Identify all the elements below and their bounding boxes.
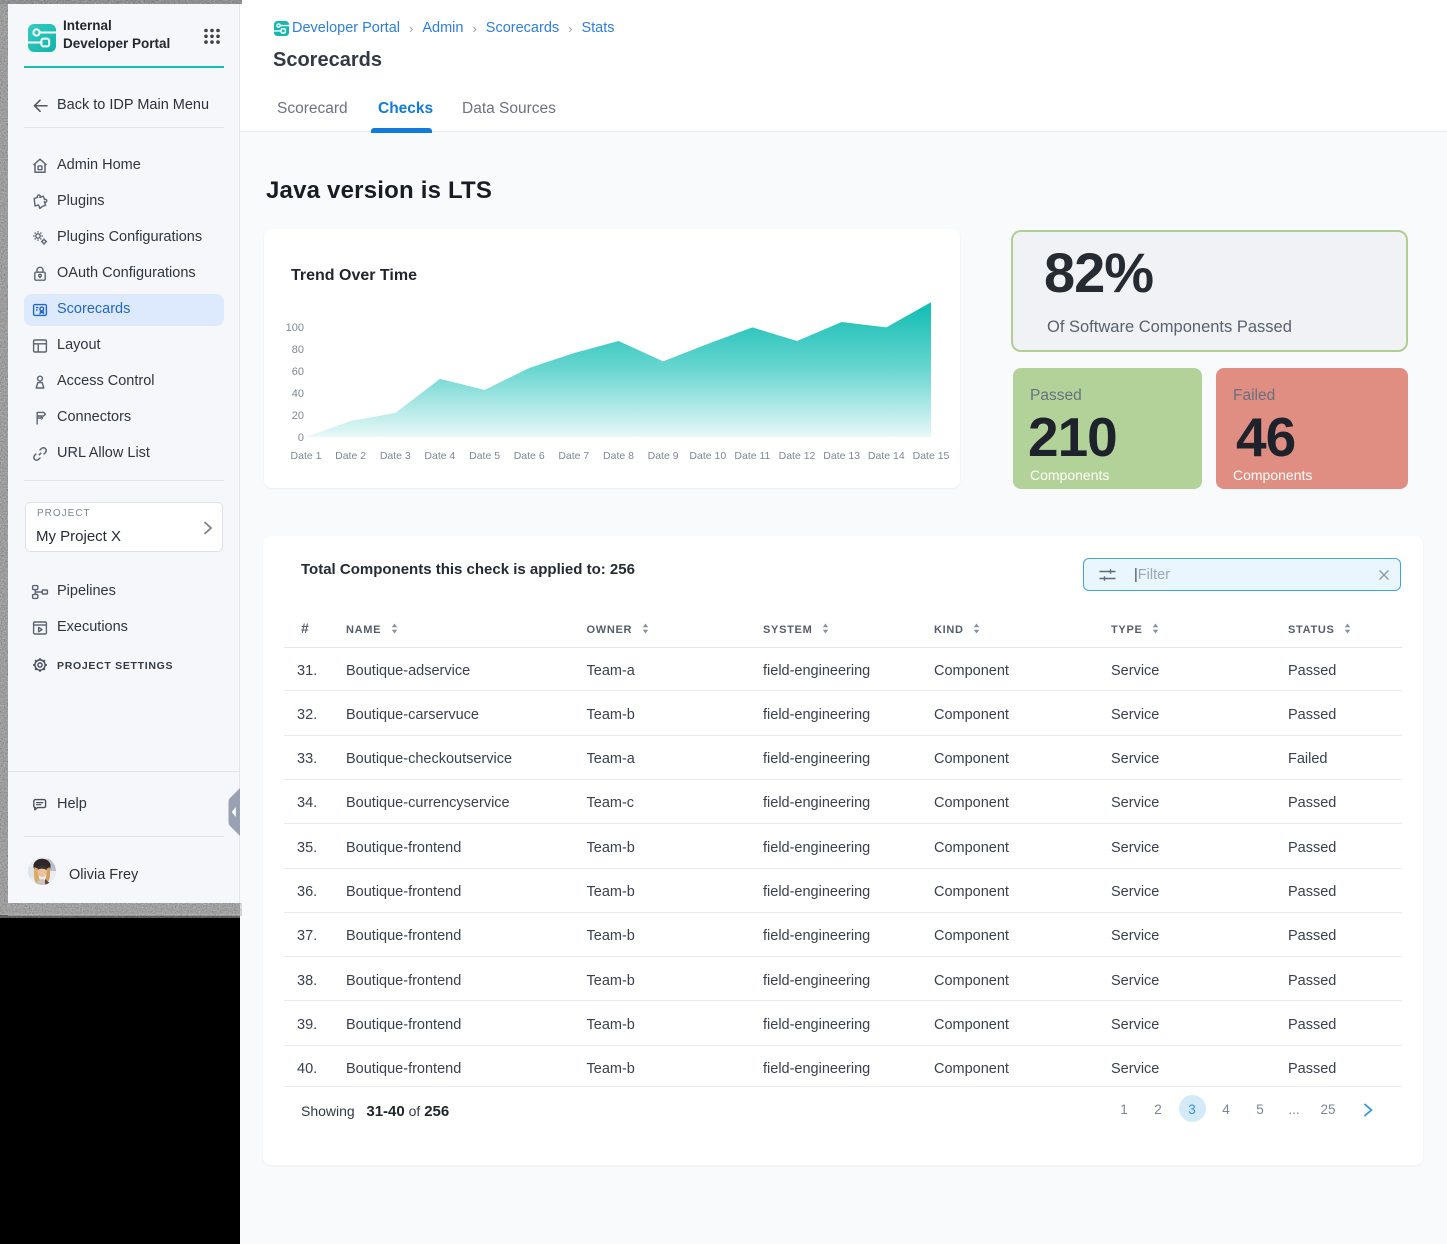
svg-text:Date 14: Date 14 xyxy=(868,450,905,462)
svg-text:Date 9: Date 9 xyxy=(648,450,679,462)
svg-text:80: 80 xyxy=(292,344,304,356)
svg-text:40: 40 xyxy=(292,388,304,400)
svg-text:100: 100 xyxy=(286,322,304,334)
svg-text:Date 1: Date 1 xyxy=(291,450,322,462)
svg-text:Date 13: Date 13 xyxy=(823,450,860,462)
svg-text:Date 5: Date 5 xyxy=(469,450,500,462)
svg-text:Date 15: Date 15 xyxy=(913,450,950,462)
svg-text:60: 60 xyxy=(292,366,304,378)
svg-text:Date 11: Date 11 xyxy=(734,450,770,462)
svg-text:Date 8: Date 8 xyxy=(603,450,634,462)
svg-text:0: 0 xyxy=(298,432,304,444)
svg-text:Date 12: Date 12 xyxy=(779,450,816,462)
svg-text:Date 10: Date 10 xyxy=(689,450,726,462)
svg-text:Date 4: Date 4 xyxy=(424,450,455,462)
svg-text:Date 2: Date 2 xyxy=(335,450,366,462)
svg-text:Date 7: Date 7 xyxy=(558,450,589,462)
svg-text:Date 6: Date 6 xyxy=(514,450,545,462)
svg-text:Date 3: Date 3 xyxy=(380,450,411,462)
svg-text:20: 20 xyxy=(292,410,304,422)
